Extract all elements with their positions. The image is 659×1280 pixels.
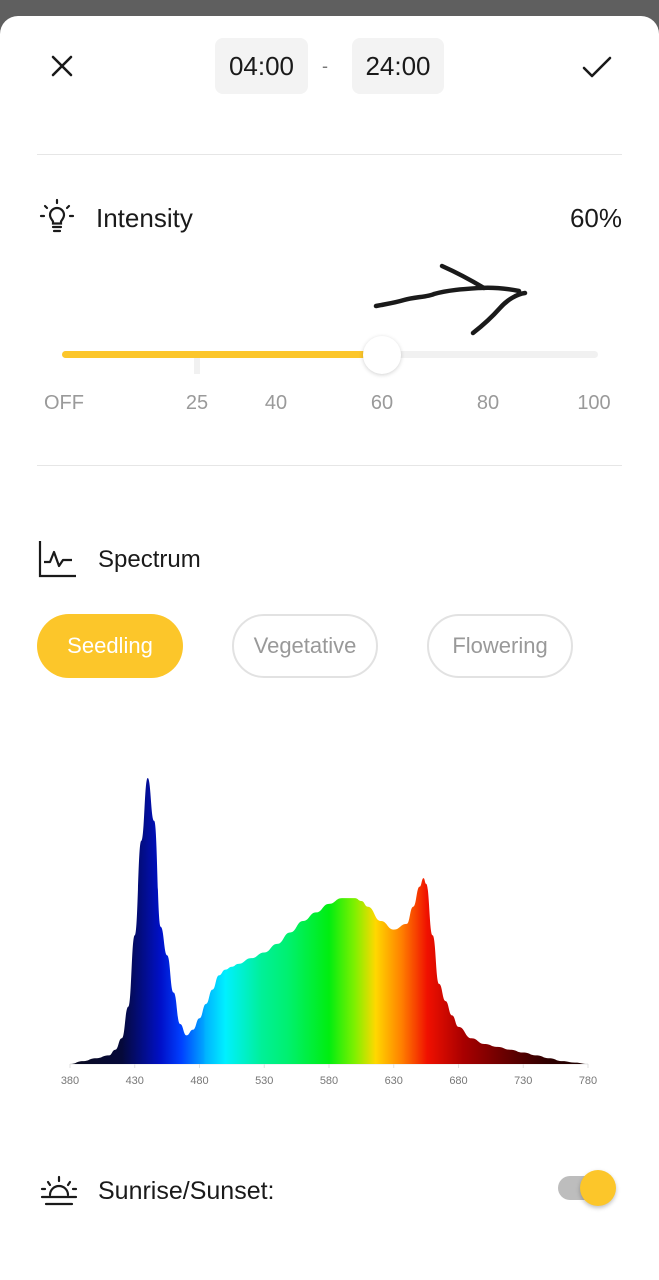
x-tick-label: 730 xyxy=(514,1075,532,1087)
x-tick-label: 630 xyxy=(385,1075,403,1087)
check-icon xyxy=(582,56,612,78)
x-tick-label: 380 xyxy=(61,1075,79,1087)
light-bulb-icon xyxy=(39,198,75,233)
preset-flowering[interactable]: Flowering xyxy=(427,614,573,678)
line-chart-icon xyxy=(38,541,76,578)
x-tick-label: 530 xyxy=(255,1075,273,1087)
divider xyxy=(37,154,622,155)
spectrum-chart: 380 430 480 530 580 630 680 730 780 xyxy=(61,778,597,1087)
x-tick-label: 480 xyxy=(190,1075,208,1087)
hand-drawn-arrow-annotation xyxy=(373,263,528,336)
close-button[interactable] xyxy=(48,52,76,80)
end-time-value: 24:00 xyxy=(365,50,431,81)
slider-label-100: 100 xyxy=(577,392,611,414)
intensity-value: 60% xyxy=(569,203,622,233)
end-time-field[interactable]: 24:00 xyxy=(352,38,444,94)
sunrise-icon xyxy=(40,1175,78,1206)
time-separator: - xyxy=(322,56,328,76)
preset-label: Flowering xyxy=(452,633,548,658)
slider-label-40: 40 xyxy=(264,392,288,414)
sunrise-toggle-knob[interactable] xyxy=(580,1170,616,1206)
preset-seedling[interactable]: Seedling xyxy=(37,614,183,678)
start-time-field[interactable]: 04:00 xyxy=(215,38,308,94)
slider-label-60: 60 xyxy=(370,392,394,414)
preset-label: Vegetative xyxy=(253,633,357,658)
slider-label-80: 80 xyxy=(476,392,500,414)
intensity-title: Intensity xyxy=(96,203,193,233)
divider xyxy=(37,465,622,466)
sunrise-title: Sunrise/Sunset: xyxy=(98,1177,275,1205)
intensity-slider-fill xyxy=(62,351,382,358)
spectrum-title: Spectrum xyxy=(98,546,201,573)
close-icon xyxy=(51,55,73,77)
slider-label-25: 25 xyxy=(185,392,209,414)
preset-label: Seedling xyxy=(67,633,153,658)
x-tick-label: 430 xyxy=(126,1075,144,1087)
x-tick-label: 680 xyxy=(449,1075,467,1087)
slider-tick xyxy=(194,358,200,374)
x-tick-label: 780 xyxy=(579,1075,597,1087)
preset-vegetative[interactable]: Vegetative xyxy=(232,614,378,678)
spectrum-area xyxy=(70,778,588,1064)
confirm-button[interactable] xyxy=(580,50,614,84)
start-time-value: 04:00 xyxy=(228,50,295,81)
intensity-slider-thumb[interactable] xyxy=(363,336,401,374)
x-tick-label: 580 xyxy=(320,1075,338,1087)
slider-label-off: OFF xyxy=(44,392,84,414)
